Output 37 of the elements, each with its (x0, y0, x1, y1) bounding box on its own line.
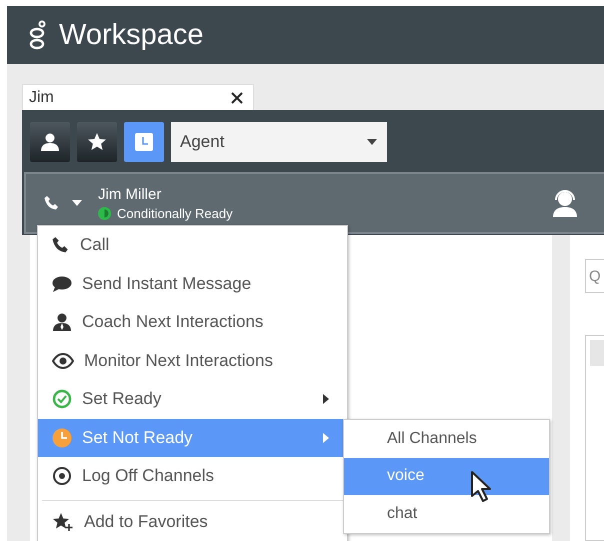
menu-item[interactable]: Add to Favorites (38, 502, 347, 541)
search-field[interactable]: Q (585, 259, 604, 293)
phone-icon (52, 236, 70, 254)
search-input[interactable]: Jim (29, 88, 231, 106)
agent-status: Conditionally Ready (117, 206, 233, 220)
agent-dropdown[interactable]: Agent (171, 122, 387, 162)
clock-button[interactable] (124, 122, 164, 162)
clock-icon (52, 428, 72, 448)
agent-name: Jim Miller (98, 186, 162, 202)
star-button[interactable] (77, 122, 117, 162)
menu-item[interactable]: chat (344, 495, 549, 532)
logo-icon (29, 20, 47, 50)
menu-item[interactable]: Monitor Next Interactions (38, 342, 347, 380)
agent-row[interactable]: Jim Miller Conditionally Ready (24, 172, 604, 234)
close-icon[interactable] (231, 92, 243, 104)
phone-icon[interactable] (44, 195, 60, 211)
chat-bubble-icon (52, 274, 72, 293)
menu-item[interactable]: Set Ready (38, 380, 347, 418)
eye-icon (52, 352, 74, 369)
person-button[interactable] (30, 122, 70, 162)
menu-item[interactable]: Send Instant Message (38, 264, 347, 303)
caret-icon[interactable] (72, 200, 82, 206)
menu-item[interactable]: Log Off Channels (38, 457, 347, 496)
star-plus-icon (52, 512, 74, 532)
clock-icon (134, 132, 154, 152)
status-icon (98, 206, 111, 220)
menu-item[interactable]: Coach Next Interactions (38, 303, 347, 342)
search-field[interactable]: Jim (22, 84, 254, 110)
check-circle-icon (52, 389, 72, 410)
app-title: Workspace (59, 18, 204, 52)
headset-agent-icon[interactable] (550, 188, 580, 218)
target-icon (52, 466, 72, 486)
menu-item[interactable]: All Channels (344, 420, 549, 458)
caret-icon (367, 139, 377, 145)
person-icon (40, 132, 60, 152)
person-icon (52, 312, 72, 332)
star-icon (87, 132, 107, 152)
